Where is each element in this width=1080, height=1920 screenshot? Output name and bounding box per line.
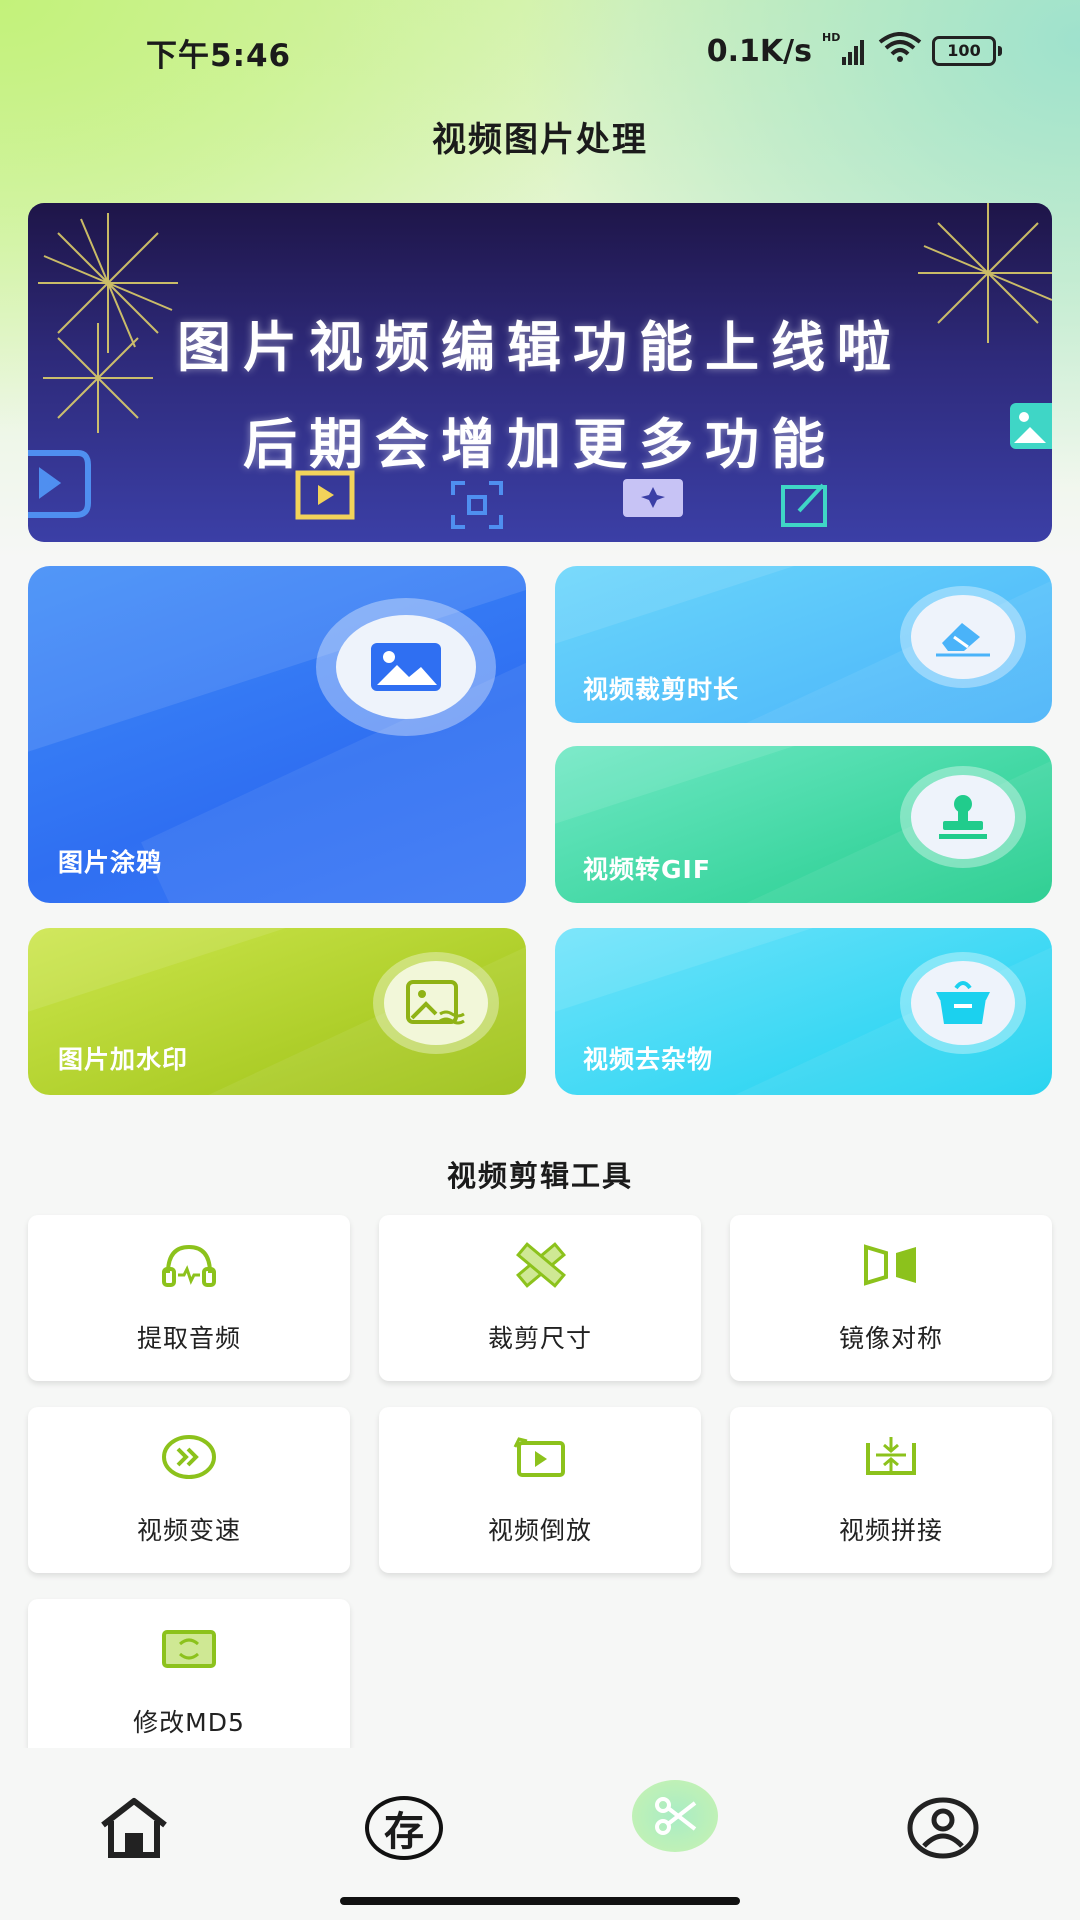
tool-label: 视频变速 [136, 1516, 241, 1545]
stamp-icon [900, 766, 1026, 868]
tool-extract-audio[interactable]: 提取音频 [28, 1215, 350, 1381]
nav-store[interactable]: 存 [364, 1788, 444, 1868]
box-icon [900, 952, 1026, 1054]
ruler-pencil-icon [510, 1237, 570, 1293]
scissors-icon [655, 1797, 697, 1835]
feature-card-trim[interactable]: 视频裁剪时长 [555, 566, 1052, 723]
status-time: 下午5:46 [146, 38, 292, 74]
banner-line-1: 图片视频编辑功能上线啦 [177, 316, 903, 379]
tool-label: 修改MD5 [133, 1708, 245, 1737]
nav-edit-active[interactable] [632, 1780, 718, 1852]
tool-md5[interactable]: 修改MD5 [28, 1599, 350, 1748]
cun-glyph: 存 [384, 1808, 424, 1855]
tool-reverse[interactable]: 视频倒放 [379, 1407, 701, 1573]
refresh-icon [159, 1621, 219, 1677]
nav-profile[interactable] [903, 1788, 983, 1868]
reverse-play-icon [510, 1429, 570, 1485]
promo-banner[interactable]: 图片视频编辑功能上线啦 后期会增加更多功能 [28, 203, 1052, 542]
feature-label-trim: 视频裁剪时长 [583, 675, 740, 704]
headphones-icon [159, 1237, 219, 1293]
signal-icon: HD [822, 31, 868, 65]
section-title-tools: 视频剪辑工具 [446, 1159, 633, 1193]
tool-label: 提取音频 [136, 1324, 241, 1353]
tool-label: 视频倒放 [487, 1516, 592, 1545]
image-wave-icon [373, 952, 499, 1054]
feature-label-doodle: 图片涂鸦 [58, 848, 163, 877]
tool-speed[interactable]: 视频变速 [28, 1407, 350, 1573]
tool-label: 视频拼接 [838, 1516, 943, 1545]
home-indicator[interactable] [340, 1897, 740, 1905]
feature-card-watermark[interactable]: 图片加水印 [28, 928, 526, 1095]
film-icon [295, 470, 355, 520]
tool-label: 裁剪尺寸 [487, 1324, 592, 1353]
cun-icon: 存 [365, 1796, 443, 1860]
feature-label-watermark: 图片加水印 [58, 1045, 189, 1074]
merge-icon [861, 1429, 921, 1485]
feature-card-remove-objects[interactable]: 视频去杂物 [555, 928, 1052, 1095]
image-icon [316, 598, 496, 736]
tool-crop-size[interactable]: 裁剪尺寸 [379, 1215, 701, 1381]
battery-level: 100 [932, 36, 996, 66]
hd-label: HD [822, 31, 841, 44]
status-bar: 下午5:46 0.1K/s HD 100 [0, 0, 1080, 104]
wifi-icon [878, 32, 922, 70]
feature-label-remove-objects: 视频去杂物 [583, 1045, 714, 1074]
fast-forward-icon [159, 1429, 219, 1485]
mirror-icon [861, 1237, 921, 1293]
status-right: 0.1K/s HD 100 [706, 31, 1002, 70]
page-title: 视频图片处理 [432, 120, 648, 160]
feature-label-gif: 视频转GIF [583, 855, 711, 884]
eraser-icon [900, 586, 1026, 688]
tool-label: 镜像对称 [838, 1324, 943, 1353]
banner-line-2: 后期会增加更多功能 [243, 413, 837, 476]
bottom-nav: 存 [0, 1748, 1080, 1888]
nav-home[interactable] [94, 1788, 174, 1868]
home-icon [101, 1798, 167, 1858]
feature-card-doodle[interactable]: 图片涂鸦 [28, 566, 526, 903]
battery-icon: 100 [932, 36, 1002, 66]
user-icon [907, 1797, 979, 1859]
tool-mirror[interactable]: 镜像对称 [730, 1215, 1052, 1381]
feature-card-gif[interactable]: 视频转GIF [555, 746, 1052, 903]
tool-merge[interactable]: 视频拼接 [730, 1407, 1052, 1573]
network-speed: 0.1K/s [706, 33, 812, 69]
